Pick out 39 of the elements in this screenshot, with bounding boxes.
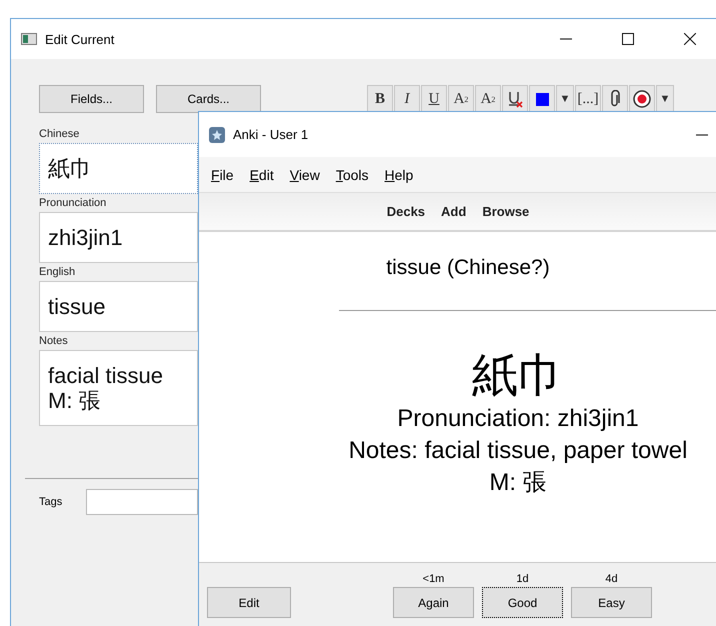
interval-label: 1d xyxy=(516,573,529,585)
field-label: Chinese xyxy=(39,128,80,140)
answer-button[interactable]: Again xyxy=(393,587,474,618)
input-field[interactable]: 紙巾 xyxy=(39,143,198,194)
toolbar-link[interactable]: Add xyxy=(441,204,466,219)
window-title: Edit Current xyxy=(45,32,114,46)
card-detail: M: 張 xyxy=(489,468,547,498)
card-question: tissue (Chinese?) xyxy=(386,256,550,280)
interval-label: 4d xyxy=(605,573,618,585)
dropdown-button[interactable]: ▼ xyxy=(556,85,574,113)
field-label: Notes xyxy=(39,335,68,347)
input-field[interactable]: tissue xyxy=(39,281,198,332)
format-button[interactable]: I xyxy=(394,85,420,113)
answer-button[interactable]: Easy xyxy=(571,587,652,618)
dropdown-button[interactable]: ▼ xyxy=(656,85,674,113)
menu-item[interactable]: Tools xyxy=(336,166,369,182)
card-detail: Notes: facial tissue, paper towel xyxy=(348,436,688,466)
input-field[interactable]: zhi3jin1 xyxy=(39,212,198,263)
window-title: Anki - User 1 xyxy=(233,127,308,142)
field-label: Pronunciation xyxy=(39,197,106,209)
menu-item[interactable]: File xyxy=(211,166,234,182)
toolbar-link[interactable]: Decks xyxy=(386,204,426,219)
format-button[interactable]: [...] xyxy=(575,85,601,113)
toolbar-button[interactable]: Cards... xyxy=(156,85,261,113)
format-button[interactable]: B xyxy=(367,85,393,113)
toolbar-button[interactable]: Fields... xyxy=(39,85,144,113)
menu-item[interactable]: Edit xyxy=(250,166,274,182)
card-detail: Pronunciation: zhi3jin1 xyxy=(397,404,639,434)
menu-item[interactable]: Help xyxy=(384,166,414,182)
edit-button[interactable]: Edit xyxy=(207,587,291,618)
interval-label: <1m xyxy=(422,573,444,585)
format-button[interactable]: U xyxy=(421,85,447,113)
menu-item[interactable]: View xyxy=(290,166,320,182)
tags-label: Tags xyxy=(39,496,64,508)
field-label: English xyxy=(39,266,76,278)
toolbar-link[interactable]: Browse xyxy=(482,204,530,219)
input-field[interactable]: facial tissue M: 張 xyxy=(39,350,198,426)
answer-button[interactable]: Good xyxy=(482,587,563,618)
card-answer: 紙巾 xyxy=(472,348,564,403)
